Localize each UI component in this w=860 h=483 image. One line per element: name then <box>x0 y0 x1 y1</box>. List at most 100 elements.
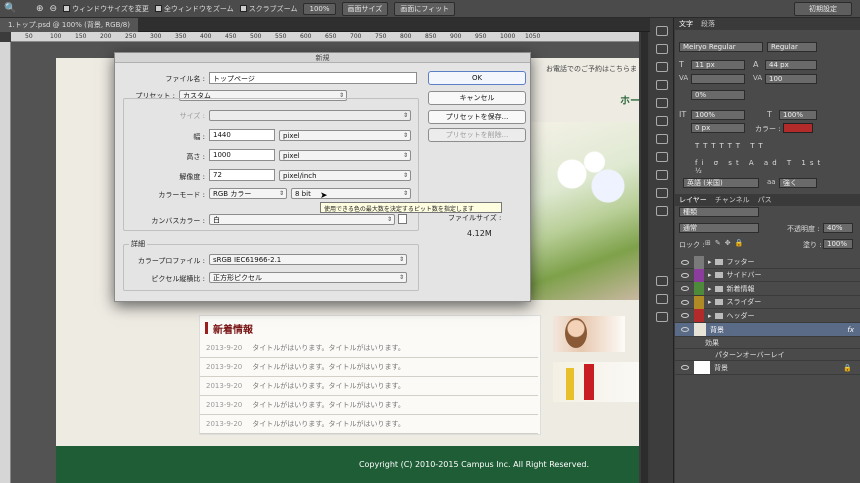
canvas-color-swatch[interactable] <box>398 214 407 224</box>
paragraph-icon[interactable] <box>655 134 668 144</box>
adjustments-icon[interactable] <box>655 98 668 108</box>
zoom-tool-icon[interactable]: 🔍 <box>4 3 16 14</box>
zoom-100-button[interactable]: 100% <box>303 2 336 15</box>
styles-icon[interactable] <box>655 170 668 180</box>
paths-icon[interactable] <box>655 312 668 322</box>
layer-filter-select[interactable]: 種類 <box>679 207 759 217</box>
tab-channels[interactable]: チャンネル <box>715 195 750 205</box>
swatches-icon[interactable] <box>655 62 668 72</box>
tab-character[interactable]: 文字 <box>679 19 693 29</box>
navigator-icon[interactable] <box>655 206 668 216</box>
text-color-swatch[interactable] <box>783 123 813 133</box>
bitdepth-select[interactable]: 8 bit <box>291 188 411 199</box>
fill-field[interactable]: 100% <box>823 239 853 249</box>
layer-group-row[interactable]: ▸ ヘッダー <box>675 309 860 323</box>
news-row[interactable]: 2013-9-20 タイトルがはいります。タイトルがはいります。 <box>200 396 538 415</box>
visibility-eye-icon[interactable] <box>681 327 689 332</box>
cancel-button[interactable]: キャンセル <box>428 91 526 105</box>
visibility-eye-icon[interactable] <box>681 299 689 305</box>
language-select[interactable]: 英語 (米国) <box>683 178 759 188</box>
mouse-cursor-icon: ➤ <box>320 191 328 201</box>
document-tab[interactable]: 1.トップ.psd @ 100% (背景, RGB/8) <box>0 18 138 32</box>
resolution-unit-select[interactable]: pixel/inch <box>279 170 411 181</box>
info-icon[interactable] <box>655 80 668 90</box>
tab-paths[interactable]: パス <box>758 195 772 205</box>
zoom-in-icon[interactable]: ⊕ <box>36 4 44 14</box>
expand-arrow-icon[interactable]: ▸ <box>708 271 712 279</box>
layer-bg-group[interactable]: 背景 fx <box>675 323 860 337</box>
visibility-eye-icon[interactable] <box>681 286 689 292</box>
resolution-input[interactable]: 72 <box>209 169 275 181</box>
zoom-all-windows-checkbox[interactable]: 全ウィンドウをズーム <box>154 4 234 14</box>
horizontal-scale-field[interactable]: 100% <box>779 110 817 120</box>
ok-button[interactable]: OK <box>428 71 526 85</box>
layer-group-row[interactable]: ▸ 新着情報 <box>675 282 860 296</box>
kerning-field[interactable] <box>691 74 745 84</box>
layer-background[interactable]: 背景 🔒 <box>675 361 860 375</box>
brush-icon[interactable] <box>655 152 668 162</box>
tab-paragraph[interactable]: 段落 <box>701 19 715 29</box>
expand-arrow-icon[interactable]: ▸ <box>708 285 712 293</box>
fill-screen-button[interactable]: 画面にフィット <box>394 1 456 16</box>
visibility-eye-icon[interactable] <box>681 272 689 278</box>
height-input[interactable]: 1000 <box>209 149 275 161</box>
opacity-field[interactable]: 40% <box>823 223 853 233</box>
layer-group-row[interactable]: ▸ サイドバー <box>675 268 860 283</box>
leading-field[interactable]: 44 px <box>765 60 817 70</box>
width-input[interactable]: 1440 <box>209 129 275 141</box>
scrubby-zoom-checkbox[interactable]: スクラブズーム <box>239 4 297 14</box>
visibility-eye-icon[interactable] <box>681 365 689 370</box>
delete-preset-button[interactable]: プリセットを削除... <box>428 128 526 142</box>
lock-icons[interactable]: ⊞✎✥🔒 <box>705 239 747 247</box>
font-size-field[interactable]: 11 px <box>691 60 745 70</box>
layers-icon[interactable] <box>655 276 668 286</box>
tracking-field[interactable]: 100 <box>765 74 817 84</box>
history-icon[interactable] <box>655 26 668 36</box>
filename-input[interactable]: トップページ <box>209 72 417 84</box>
save-preset-button[interactable]: プリセットを保存... <box>428 110 526 124</box>
profile-select[interactable]: sRGB IEC61966-2.1 <box>209 254 407 265</box>
baseline-field[interactable]: 0 px <box>691 123 745 133</box>
vertical-scale-field[interactable]: 100% <box>691 110 745 120</box>
fit-screen-button[interactable]: 画面サイズ <box>341 1 389 16</box>
channels-icon[interactable] <box>655 294 668 304</box>
blend-mode-select[interactable]: 通常 <box>679 223 759 233</box>
layer-group-row[interactable]: ▸ スライダー <box>675 295 860 310</box>
tsume-field[interactable]: 0% <box>691 90 745 100</box>
zoom-out-icon[interactable]: ⊖ <box>50 4 58 14</box>
width-unit-select[interactable]: pixel <box>279 130 411 141</box>
pattern-overlay-row[interactable]: パターンオーバーレイ <box>675 349 860 361</box>
opentype-buttons[interactable]: fi σ st A ad T 1st ½ <box>695 159 825 175</box>
antialias-select[interactable]: 強く <box>779 178 817 188</box>
canvas-color-select[interactable]: 白 <box>209 214 395 225</box>
tab-layers[interactable]: レイヤー <box>679 195 707 205</box>
layer-thumbnail <box>694 361 710 374</box>
font-family-select[interactable]: Meiryo Regular <box>679 42 763 52</box>
font-style-select[interactable]: Regular <box>767 42 817 52</box>
character-icon[interactable] <box>655 116 668 126</box>
height-unit-select[interactable]: pixel <box>279 150 411 161</box>
vertical-scrollbar[interactable] <box>641 32 648 483</box>
visibility-eye-icon[interactable] <box>681 313 689 319</box>
visibility-eye-icon[interactable] <box>681 259 689 265</box>
aspect-label: ピクセル縦横比 : <box>151 275 205 283</box>
news-row[interactable]: 2013-9-20 タイトルがはいります。タイトルがはいります。 <box>200 377 538 396</box>
color-icon[interactable] <box>655 188 668 198</box>
news-row[interactable]: 2013-9-20 タイトルがはいります。タイトルがはいります。 <box>200 339 538 358</box>
colormode-select[interactable]: RGB カラー <box>209 188 287 199</box>
news-row[interactable]: 2013-9-20 タイトルがはいります。タイトルがはいります。 <box>200 358 538 377</box>
expand-arrow-icon[interactable]: ▸ <box>708 258 712 266</box>
effects-row[interactable]: 効果 <box>675 337 860 349</box>
ruler-tick-label: 450 <box>225 33 237 40</box>
layer-group-row[interactable]: ▸ フッター <box>675 255 860 269</box>
size-select[interactable] <box>209 110 411 121</box>
expand-arrow-icon[interactable]: ▸ <box>708 298 712 306</box>
workspace-select[interactable]: 初期設定 <box>794 1 852 16</box>
aspect-select[interactable]: 正方形ピクセル <box>209 272 407 283</box>
resize-windows-checkbox[interactable]: ウィンドウサイズを変更 <box>63 4 149 14</box>
expand-arrow-icon[interactable]: ▸ <box>708 312 712 320</box>
text-style-buttons[interactable]: TTTTTT TT <box>695 142 825 150</box>
news-row[interactable]: 2013-9-20 タイトルがはいります。タイトルがはいります。 <box>200 415 538 434</box>
tel-text: お電話でのご予約はこちらま <box>546 65 637 73</box>
actions-icon[interactable] <box>655 44 668 54</box>
